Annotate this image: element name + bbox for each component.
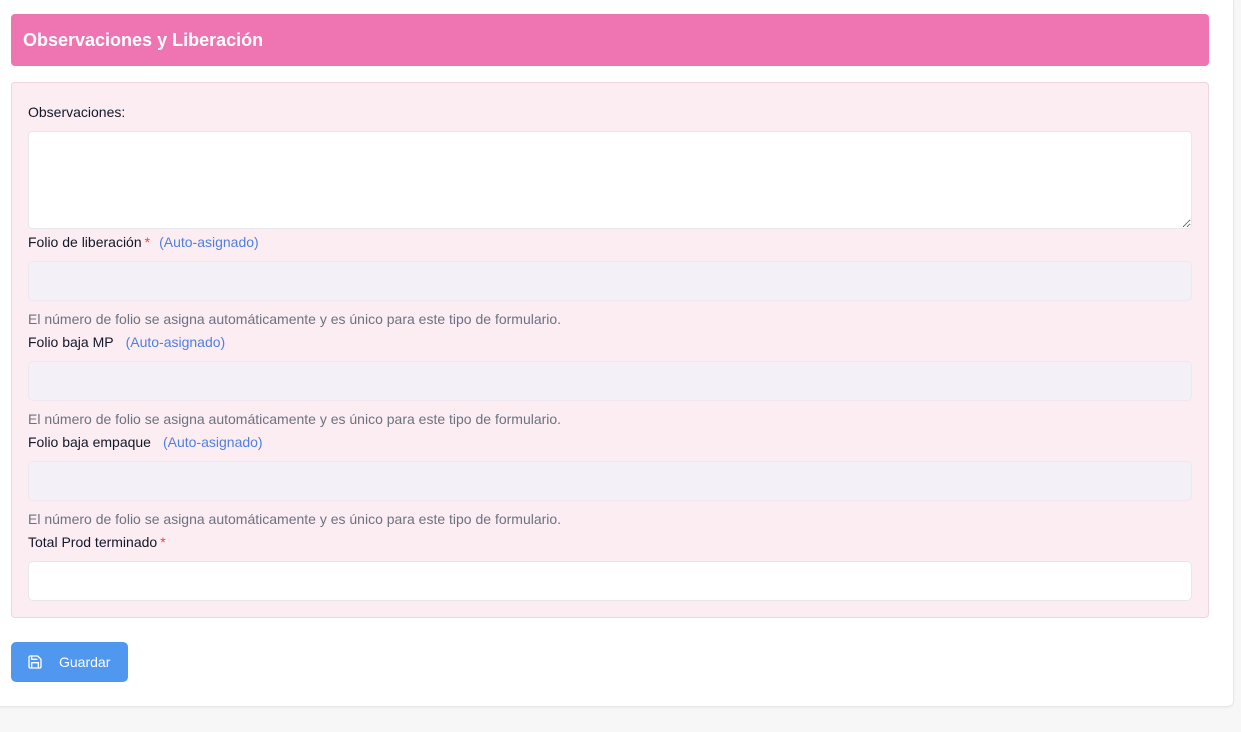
auto-assigned-note: (Auto-asignado): [125, 334, 226, 350]
auto-assigned-note: (Auto-asignado): [162, 434, 263, 450]
section-header: Observaciones y Liberación: [11, 14, 1209, 66]
total-prod-terminado-label: Total Prod terminado *: [28, 534, 166, 550]
folio-baja-mp-label-text: Folio baja MP: [28, 334, 114, 350]
save-button-label: Guardar: [59, 654, 111, 670]
folio-baja-empaque-label-text: Folio baja empaque: [28, 434, 151, 450]
save-icon: [28, 655, 42, 669]
folio-baja-mp-input: [28, 361, 1192, 401]
folio-baja-empaque-label: Folio baja empaque (Auto-asignado): [28, 434, 263, 450]
observaciones-label-text: Observaciones:: [28, 104, 126, 120]
observaciones-label: Observaciones:: [28, 104, 125, 120]
folio-liberacion-help: El número de folio se asigna automáticam…: [28, 311, 562, 327]
total-prod-terminado-input[interactable]: [28, 561, 1192, 601]
required-mark: *: [160, 534, 166, 550]
folio-liberacion-input: [28, 261, 1192, 301]
required-mark: *: [144, 234, 151, 250]
folio-baja-empaque-input: [28, 461, 1192, 501]
folio-baja-mp-label: Folio baja MP (Auto-asignado): [28, 334, 225, 350]
folio-baja-empaque-help: El número de folio se asigna automáticam…: [28, 511, 562, 527]
observaciones-textarea[interactable]: [28, 131, 1192, 229]
form-card: Observaciones y Liberación Observaciones…: [0, 0, 1234, 707]
folio-liberacion-label-text: Folio de liberación: [28, 234, 142, 250]
total-prod-terminado-label-text: Total Prod terminado: [28, 534, 158, 550]
section-body: Observaciones: Folio de liberación * (Auto…: [11, 82, 1209, 618]
folio-liberacion-label: Folio de liberación * (Auto-asignado): [28, 234, 259, 250]
section-title: Observaciones y Liberación: [23, 29, 264, 50]
folio-baja-mp-help: El número de folio se asigna automáticam…: [28, 411, 562, 427]
auto-assigned-note: (Auto-asignado): [159, 234, 259, 250]
save-button[interactable]: Guardar: [11, 642, 128, 682]
